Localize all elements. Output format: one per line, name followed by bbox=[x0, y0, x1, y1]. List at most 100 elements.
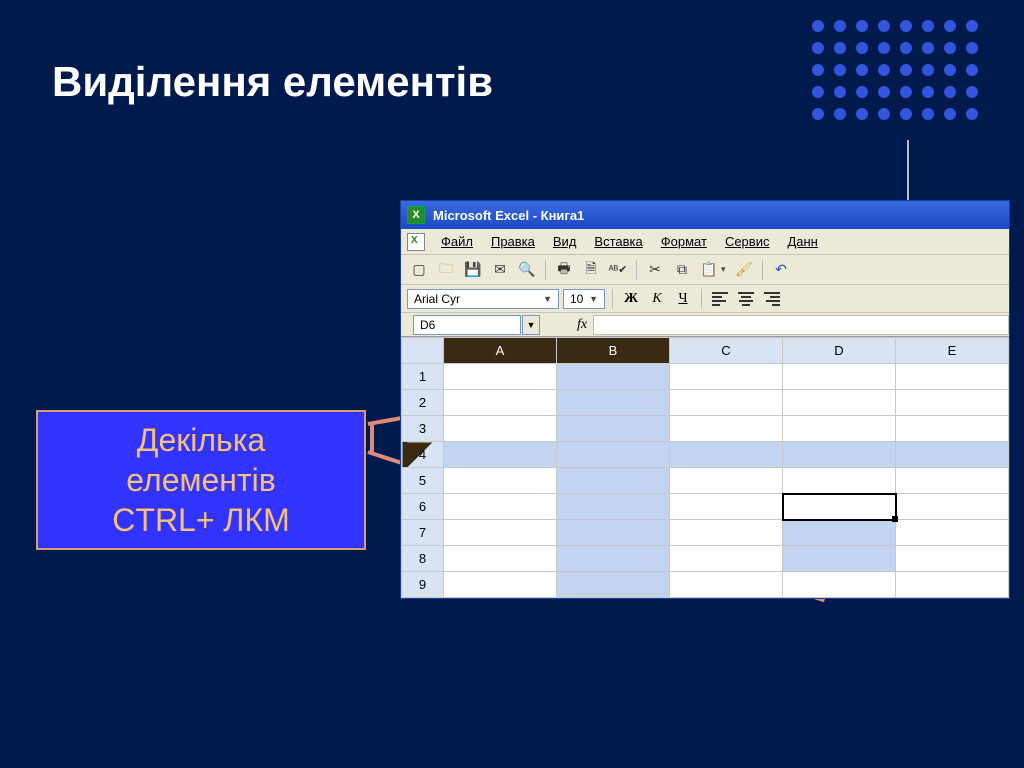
col-header-D[interactable]: D bbox=[783, 338, 896, 364]
chevron-down-icon[interactable]: ▼ bbox=[589, 294, 598, 304]
row-header-5[interactable]: 5 bbox=[402, 468, 444, 494]
title-bar[interactable]: X Microsoft Excel - Книга1 bbox=[401, 201, 1009, 229]
cell[interactable] bbox=[896, 520, 1009, 546]
italic-button[interactable]: К bbox=[646, 288, 668, 310]
cell[interactable] bbox=[557, 546, 670, 572]
cell[interactable] bbox=[896, 442, 1009, 468]
format-painter-icon[interactable]: 🖌 bbox=[732, 258, 756, 282]
cell[interactable] bbox=[670, 364, 783, 390]
cut-icon[interactable]: ✂ bbox=[643, 258, 667, 282]
cell[interactable] bbox=[670, 546, 783, 572]
cell[interactable] bbox=[896, 468, 1009, 494]
cell[interactable] bbox=[444, 546, 557, 572]
menu-insert[interactable]: Вставка bbox=[586, 231, 650, 252]
undo-icon[interactable]: ↶ bbox=[769, 258, 793, 282]
cell[interactable] bbox=[783, 520, 896, 546]
cell[interactable] bbox=[783, 468, 896, 494]
cell[interactable] bbox=[557, 416, 670, 442]
print-icon[interactable]: 🖶 bbox=[552, 258, 576, 282]
cell[interactable] bbox=[783, 442, 896, 468]
search-icon[interactable]: 🔍 bbox=[515, 258, 539, 282]
cell[interactable] bbox=[670, 494, 783, 520]
cell[interactable] bbox=[444, 494, 557, 520]
fx-label[interactable]: fx bbox=[577, 317, 587, 333]
menu-format[interactable]: Формат bbox=[653, 231, 715, 252]
cell[interactable] bbox=[557, 468, 670, 494]
cell[interactable] bbox=[670, 468, 783, 494]
name-box[interactable]: D6 ▼ bbox=[413, 315, 521, 335]
worksheet-grid[interactable]: A B C D E 1 2 bbox=[401, 337, 1009, 598]
align-right-button[interactable] bbox=[761, 288, 783, 310]
save-icon[interactable]: 💾 bbox=[461, 258, 485, 282]
cell[interactable] bbox=[896, 416, 1009, 442]
menu-tools[interactable]: Сервис bbox=[717, 231, 778, 252]
cell[interactable] bbox=[670, 442, 783, 468]
preview-icon[interactable]: 🗎 bbox=[579, 258, 603, 282]
cell[interactable] bbox=[896, 494, 1009, 520]
row-header-9[interactable]: 9 bbox=[402, 572, 444, 598]
menu-file[interactable]: Файл bbox=[433, 231, 481, 252]
col-header-A[interactable]: A bbox=[444, 338, 557, 364]
cell[interactable] bbox=[557, 442, 670, 468]
cell[interactable] bbox=[783, 416, 896, 442]
row-header-3[interactable]: 3 bbox=[402, 416, 444, 442]
cell[interactable] bbox=[783, 390, 896, 416]
menu-data[interactable]: Данн bbox=[779, 231, 825, 252]
cell[interactable] bbox=[444, 468, 557, 494]
bold-button[interactable]: Ж bbox=[620, 288, 642, 310]
open-icon[interactable]: 🗀 bbox=[434, 258, 458, 282]
spellcheck-icon[interactable]: ᴬᴮ✔ bbox=[606, 258, 630, 282]
font-size-selector[interactable]: 10 ▼ bbox=[563, 289, 605, 309]
cell[interactable] bbox=[557, 520, 670, 546]
cell[interactable] bbox=[896, 364, 1009, 390]
cell[interactable] bbox=[783, 364, 896, 390]
cell[interactable] bbox=[557, 572, 670, 598]
cell-active[interactable] bbox=[783, 494, 896, 520]
row-header-4[interactable]: 4 bbox=[402, 442, 444, 468]
cell[interactable] bbox=[444, 520, 557, 546]
mail-icon[interactable]: ✉ bbox=[488, 258, 512, 282]
cell[interactable] bbox=[896, 546, 1009, 572]
formula-bar-input[interactable] bbox=[593, 315, 1009, 335]
callout-line-2: елементів bbox=[46, 460, 356, 500]
cell[interactable] bbox=[444, 416, 557, 442]
chevron-down-icon[interactable]: ▼ bbox=[543, 294, 552, 304]
row-header-2[interactable]: 2 bbox=[402, 390, 444, 416]
row-header-7[interactable]: 7 bbox=[402, 520, 444, 546]
cell[interactable] bbox=[783, 572, 896, 598]
cell[interactable] bbox=[444, 442, 557, 468]
copy-icon[interactable]: ⧉ bbox=[670, 258, 694, 282]
cell[interactable] bbox=[896, 390, 1009, 416]
cell[interactable] bbox=[444, 364, 557, 390]
cell[interactable] bbox=[896, 572, 1009, 598]
cell[interactable] bbox=[670, 520, 783, 546]
font-name-selector[interactable]: Arial Cyr ▼ bbox=[407, 289, 559, 309]
align-left-button[interactable] bbox=[709, 288, 731, 310]
cell[interactable] bbox=[557, 364, 670, 390]
chevron-down-icon[interactable]: ▼ bbox=[522, 315, 540, 335]
cell[interactable] bbox=[670, 416, 783, 442]
cell[interactable] bbox=[444, 390, 557, 416]
underline-button[interactable]: Ч bbox=[672, 288, 694, 310]
row-header-8[interactable]: 8 bbox=[402, 546, 444, 572]
row-header-1[interactable]: 1 bbox=[402, 364, 444, 390]
menu-edit[interactable]: Правка bbox=[483, 231, 543, 252]
font-size-value: 10 bbox=[570, 292, 583, 306]
col-header-E[interactable]: E bbox=[896, 338, 1009, 364]
col-header-C[interactable]: C bbox=[670, 338, 783, 364]
cell[interactable] bbox=[670, 572, 783, 598]
select-all-corner[interactable] bbox=[402, 338, 444, 364]
cell[interactable] bbox=[670, 390, 783, 416]
cell[interactable] bbox=[444, 572, 557, 598]
align-center-button[interactable] bbox=[735, 288, 757, 310]
new-icon[interactable]: ▢ bbox=[407, 258, 431, 282]
col-header-B[interactable]: B bbox=[557, 338, 670, 364]
row-header-6[interactable]: 6 bbox=[402, 494, 444, 520]
cell[interactable] bbox=[557, 390, 670, 416]
paste-dropdown[interactable]: ▾ bbox=[721, 264, 729, 275]
menu-view[interactable]: Вид bbox=[545, 231, 585, 252]
font-name-value: Arial Cyr bbox=[414, 292, 460, 306]
cell[interactable] bbox=[557, 494, 670, 520]
cell[interactable] bbox=[783, 546, 896, 572]
paste-icon[interactable]: 📋 bbox=[697, 258, 721, 282]
